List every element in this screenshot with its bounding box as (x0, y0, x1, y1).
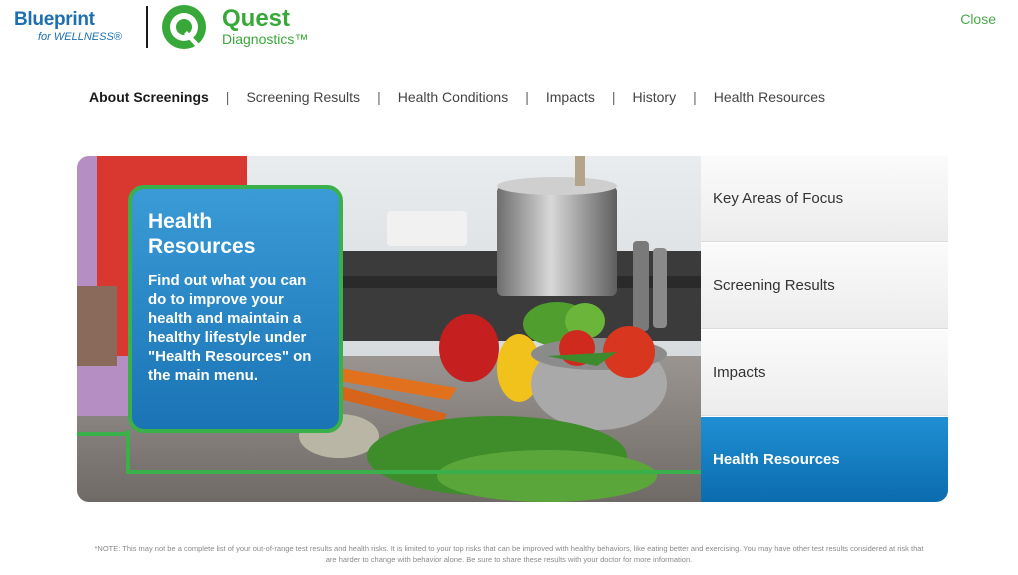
main-nav: About Screenings | Screening Results | H… (89, 89, 825, 105)
footnote: *NOTE: This may not be a complete list o… (94, 544, 924, 564)
side-menu: Key Areas of Focus Screening Results Imp… (701, 156, 948, 502)
nav-separator: | (377, 89, 381, 105)
nav-impacts[interactable]: Impacts (546, 89, 595, 105)
green-frame-line (126, 430, 130, 474)
nav-screening-results[interactable]: Screening Results (246, 89, 360, 105)
callout-text: Find out what you can do to improve your… (148, 272, 312, 384)
quest-logo-name: Quest (222, 5, 291, 32)
side-menu-label: Health Resources (713, 451, 840, 468)
nav-health-resources[interactable]: Health Resources (714, 89, 825, 105)
blueprint-logo-title: Blueprint (14, 9, 95, 30)
nav-health-conditions[interactable]: Health Conditions (398, 89, 509, 105)
green-frame-line (77, 432, 130, 436)
green-frame-line (126, 470, 701, 474)
nav-separator: | (611, 89, 616, 105)
nav-about-screenings[interactable]: About Screenings (89, 89, 209, 105)
side-menu-label: Screening Results (713, 277, 835, 294)
nav-history[interactable]: History (633, 89, 677, 105)
side-menu-screening-results[interactable]: Screening Results (701, 243, 948, 329)
nav-separator: | (225, 89, 230, 105)
side-menu-label: Key Areas of Focus (713, 190, 844, 207)
quest-logo-icon (162, 5, 206, 49)
blueprint-logo-subtitle: for WELLNESS® (38, 31, 122, 43)
nav-separator: | (693, 89, 697, 105)
blueprint-logo: Blueprint for WELLNESS® (14, 9, 122, 44)
close-link[interactable]: Close (960, 11, 996, 27)
side-menu-key-areas[interactable]: Key Areas of Focus (701, 156, 948, 242)
side-menu-label: Impacts (713, 364, 766, 381)
callout-title: Health Resources (148, 210, 256, 258)
health-resources-callout: Health Resources Find out what you can d… (128, 185, 343, 433)
quest-logo-subtitle: Diagnostics™ (222, 31, 309, 47)
side-menu-health-resources[interactable]: Health Resources (701, 417, 948, 502)
logo-divider (146, 6, 148, 48)
nav-separator: | (525, 89, 529, 105)
side-menu-impacts[interactable]: Impacts (701, 330, 948, 416)
